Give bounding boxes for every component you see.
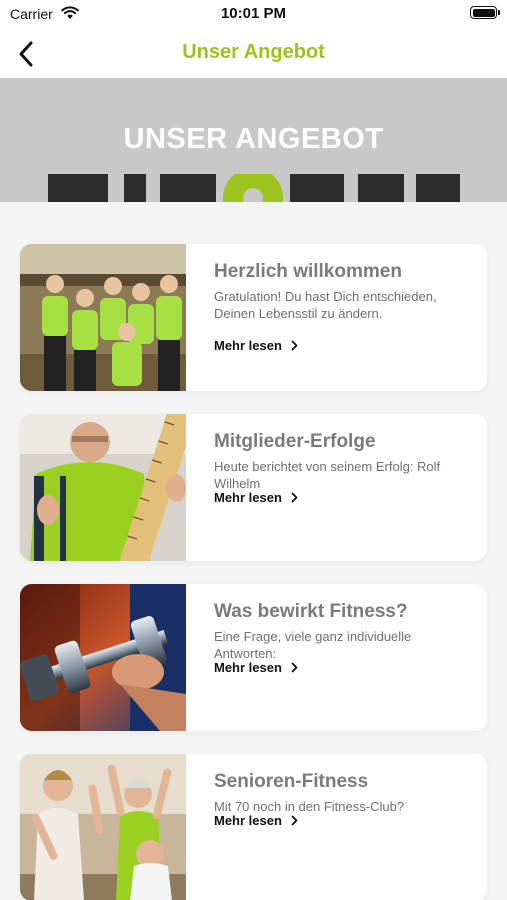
- read-more-link[interactable]: Mehr lesen: [214, 813, 298, 828]
- article-title: Mitglieder-Erfolge: [214, 431, 376, 452]
- article-title: Was bewirkt Fitness?: [214, 601, 408, 622]
- status-bar: Carrier 10:01 PM: [0, 0, 507, 28]
- read-more-label: Mehr lesen: [214, 490, 282, 505]
- chevron-right-icon: [291, 815, 298, 826]
- dumbbell-photo: [20, 584, 186, 731]
- clock-time: 10:01 PM: [220, 5, 287, 22]
- read-more-label: Mehr lesen: [214, 338, 282, 353]
- article-title: Senioren-Fitness: [214, 771, 369, 792]
- page-title: Unser Angebot: [182, 41, 325, 63]
- hero-title: UNSER ANGEBOT: [123, 123, 384, 155]
- article-card[interactable]: Mitglieder-Erfolge Heute berichtet von s…: [20, 414, 487, 561]
- navigation-bar: Unser Angebot: [0, 28, 507, 78]
- article-title: Herzlich willkommen: [214, 261, 402, 282]
- read-more-label: Mehr lesen: [214, 813, 282, 828]
- seniors-photo: [20, 754, 186, 900]
- chevron-right-icon: [291, 492, 298, 503]
- hero-banner: UNSER ANGEBOT: [0, 78, 507, 202]
- read-more-link[interactable]: Mehr lesen: [214, 660, 298, 675]
- article-description: Eine Frage, viele ganz individuelle Antw…: [214, 629, 412, 661]
- chevron-right-icon: [291, 340, 298, 351]
- brand-logo: [48, 174, 460, 202]
- article-description: Heute berichtet von seinem Erfolg: Rolf …: [214, 459, 441, 491]
- member-success-photo: [20, 414, 186, 561]
- battery-icon: [470, 6, 500, 19]
- team-photo: [20, 244, 186, 391]
- article-list: Herzlich willkommen Gratulation! Du hast…: [0, 202, 507, 900]
- read-more-label: Mehr lesen: [214, 660, 282, 675]
- article-card[interactable]: Herzlich willkommen Gratulation! Du hast…: [20, 244, 487, 391]
- article-card[interactable]: Was bewirkt Fitness? Eine Frage, viele g…: [20, 584, 487, 731]
- article-card[interactable]: Senioren-Fitness Mit 70 noch in den Fitn…: [20, 754, 487, 900]
- read-more-link[interactable]: Mehr lesen: [214, 338, 298, 353]
- read-more-link[interactable]: Mehr lesen: [214, 490, 298, 505]
- chevron-right-icon: [291, 662, 298, 673]
- article-description: Gratulation! Du hast Dich entschieden, D…: [214, 289, 437, 321]
